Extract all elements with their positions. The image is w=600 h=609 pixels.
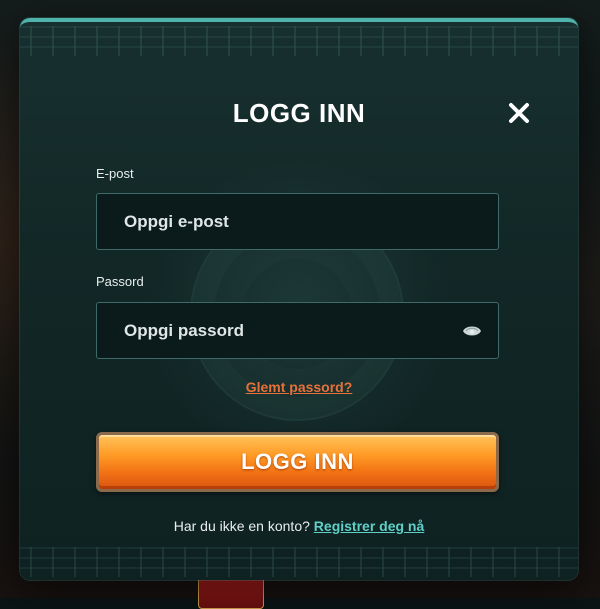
email-field[interactable] bbox=[97, 194, 498, 249]
login-button[interactable]: LOGG INN bbox=[96, 432, 499, 492]
password-field-box bbox=[96, 302, 499, 359]
modal-top-pattern bbox=[20, 26, 578, 56]
modal-title: LOGG INN bbox=[232, 98, 366, 128]
email-field-box bbox=[96, 193, 499, 250]
close-button[interactable] bbox=[504, 98, 534, 128]
background-game-logo bbox=[198, 577, 264, 609]
forgot-password-row: Glemt passord? bbox=[20, 379, 578, 397]
password-label: Passord bbox=[96, 274, 144, 289]
register-row: Har du ikke en konto? Registrer deg nå bbox=[20, 518, 578, 534]
close-icon bbox=[509, 103, 529, 123]
modal-bottom-pattern bbox=[20, 547, 578, 577]
register-link[interactable]: Registrer deg nå bbox=[314, 518, 424, 534]
password-field[interactable] bbox=[97, 303, 498, 358]
forgot-password-link[interactable]: Glemt passord? bbox=[246, 379, 353, 395]
email-label: E-post bbox=[96, 166, 134, 181]
register-prompt: Har du ikke en konto? bbox=[173, 518, 310, 534]
login-modal: LOGG INN E-post Passord Glemt passord? L… bbox=[20, 18, 578, 580]
eye-icon[interactable] bbox=[462, 322, 482, 340]
